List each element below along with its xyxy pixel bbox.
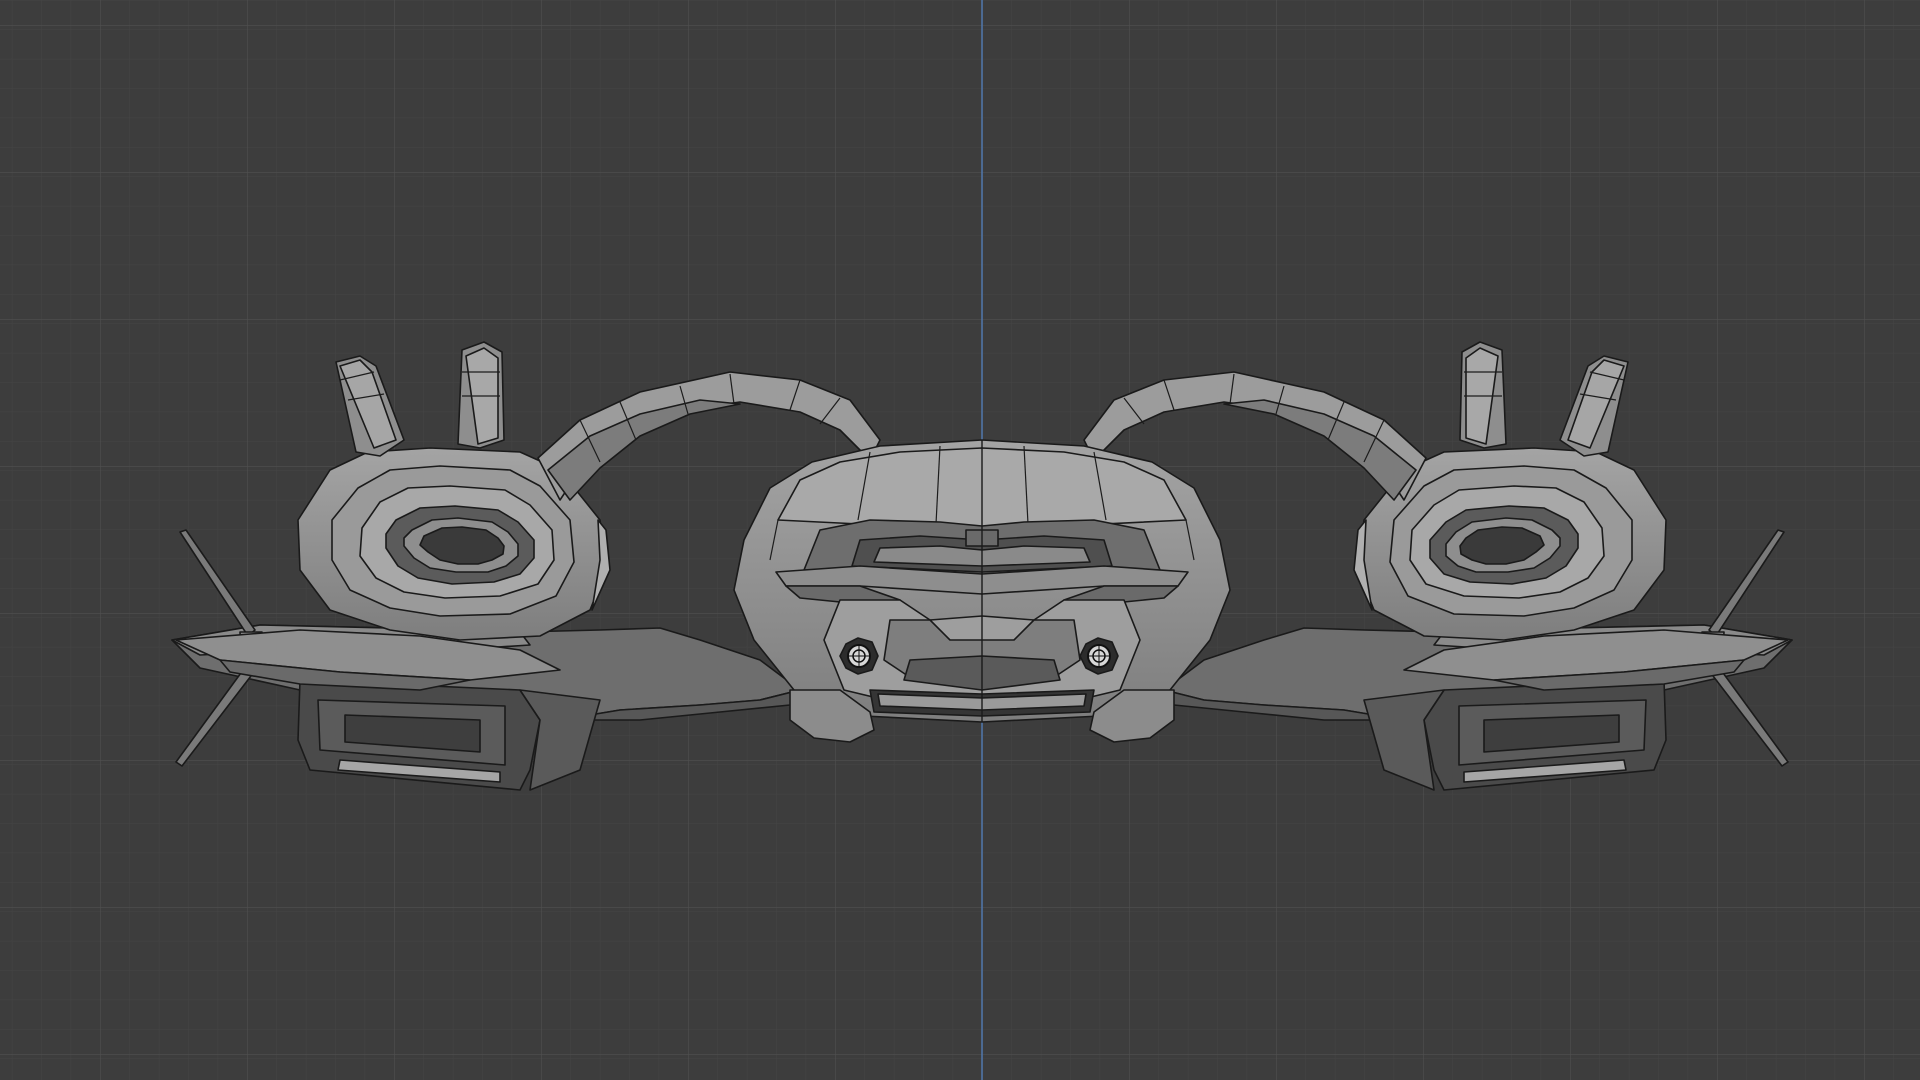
headlight-right: [1079, 637, 1119, 675]
3d-viewport[interactable]: [0, 0, 1920, 1080]
viewport-canvas[interactable]: [0, 0, 1920, 1080]
headlight-left: [839, 637, 879, 675]
